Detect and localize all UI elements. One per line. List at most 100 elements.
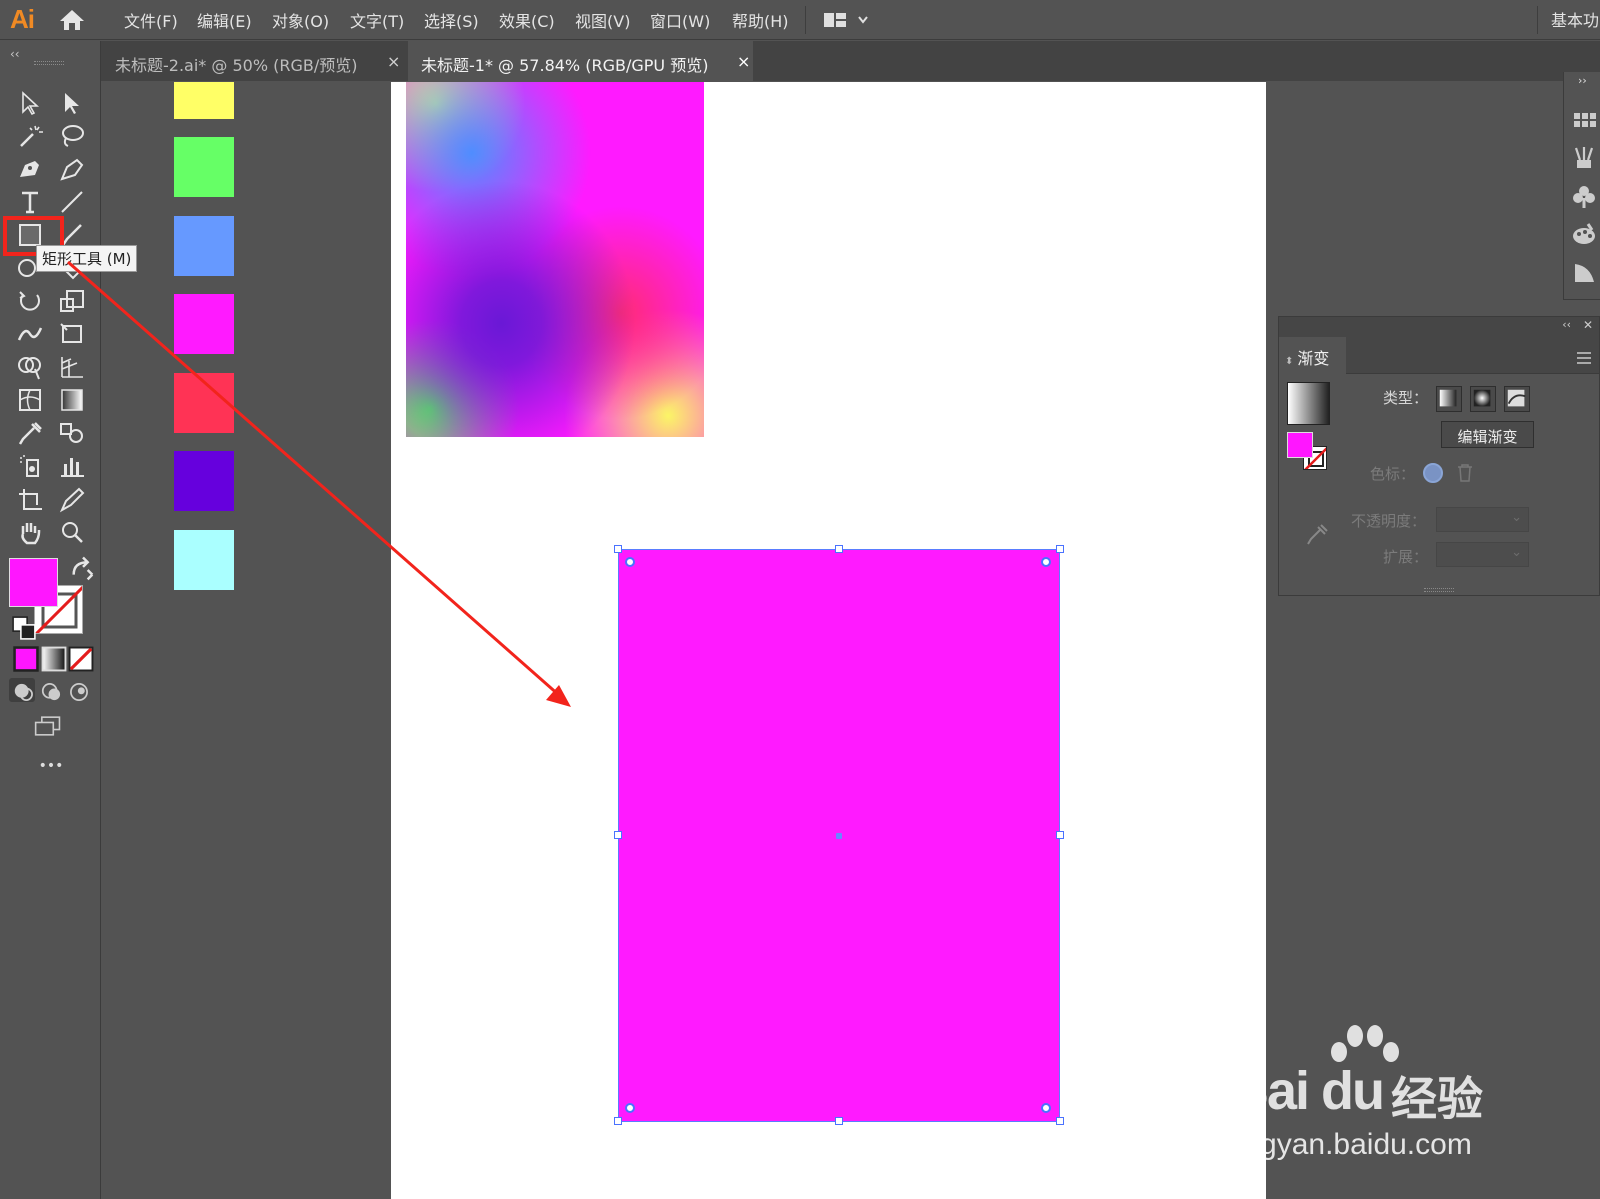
- gradient-preview-swatch[interactable]: [1287, 382, 1330, 425]
- resize-handle[interactable]: [614, 545, 622, 553]
- panel-resize-grip[interactable]: [1424, 588, 1454, 592]
- color-swatch[interactable]: [174, 373, 234, 433]
- menu-effect[interactable]: 效果(C): [499, 8, 555, 32]
- toolbar-grip[interactable]: [34, 61, 64, 65]
- pen-tool-icon[interactable]: [15, 155, 45, 183]
- gradient-tool-icon[interactable]: [57, 386, 87, 414]
- blend-tool-icon[interactable]: [57, 419, 87, 447]
- swap-fill-stroke-icon[interactable]: [68, 556, 94, 581]
- color-swatch[interactable]: [174, 216, 234, 276]
- resize-handle[interactable]: [835, 545, 843, 553]
- collapse-panel-button[interactable]: ‹‹: [1562, 318, 1571, 331]
- corner-radius-widget[interactable]: [1041, 1103, 1051, 1113]
- gradient-mode-icon[interactable]: [39, 645, 67, 672]
- draw-behind-icon[interactable]: [37, 678, 63, 702]
- perspective-grid-tool-icon[interactable]: [57, 353, 87, 381]
- default-fill-stroke-icon[interactable]: [9, 614, 36, 640]
- swatches-panel-icon[interactable]: [1570, 106, 1598, 134]
- color-swatch[interactable]: [174, 294, 234, 354]
- collapse-toolbar-button[interactable]: ‹‹: [10, 47, 20, 61]
- slice-tool-icon[interactable]: [57, 485, 87, 513]
- trash-icon[interactable]: [1456, 463, 1474, 483]
- resize-handle[interactable]: [614, 1117, 622, 1125]
- freeform-gradient-artwork[interactable]: [406, 82, 704, 437]
- gradient-fill-swatch[interactable]: [1287, 432, 1313, 458]
- artboard-tool-icon[interactable]: [15, 485, 45, 513]
- rotate-tool-icon[interactable]: [15, 287, 45, 315]
- magic-wand-tool-icon[interactable]: [15, 122, 45, 150]
- draw-inside-icon[interactable]: [64, 678, 90, 702]
- edit-gradient-button[interactable]: 编辑渐变: [1441, 421, 1534, 448]
- edit-toolbar-button[interactable]: •••: [36, 758, 66, 778]
- lasso-tool-icon[interactable]: [57, 122, 87, 150]
- corner-radius-widget[interactable]: [625, 1103, 635, 1113]
- color-swatch[interactable]: [174, 451, 234, 511]
- symbol-sprayer-tool-icon[interactable]: [15, 452, 45, 480]
- location-dropdown[interactable]: ⌄: [1436, 542, 1529, 567]
- watermark-logo: Bai du: [1230, 1061, 1385, 1121]
- tab-gradient[interactable]: ⬍ 渐变: [1279, 337, 1346, 374]
- menu-object[interactable]: 对象(O): [272, 8, 329, 32]
- chevron-updown-icon: ⬍: [1285, 356, 1294, 367]
- menu-select[interactable]: 选择(S): [424, 8, 479, 32]
- fill-swatch[interactable]: [9, 558, 58, 607]
- tab-close-icon[interactable]: ×: [737, 52, 750, 71]
- direct-selection-tool-icon[interactable]: [57, 89, 87, 117]
- opacity-label: 不透明度：: [1351, 512, 1427, 530]
- resize-handle[interactable]: [1056, 1117, 1064, 1125]
- gradient-tab-label: 渐变: [1297, 349, 1330, 368]
- gradient-eyedropper-icon[interactable]: [1304, 522, 1330, 548]
- mesh-tool-icon[interactable]: [15, 386, 45, 414]
- screen-mode-icon[interactable]: [33, 712, 67, 738]
- tab-document-2[interactable]: 未标题-2.ai* @ 50% (RGB/预览): [115, 41, 405, 81]
- panel-menu-icon[interactable]: [1577, 349, 1591, 364]
- menu-divider: [805, 6, 806, 34]
- shape-builder-tool-icon[interactable]: [15, 353, 45, 381]
- menu-window[interactable]: 窗口(W): [650, 8, 710, 32]
- arrange-documents-button[interactable]: [822, 10, 874, 30]
- menu-type[interactable]: 文字(T): [350, 8, 404, 32]
- tab-close-icon[interactable]: ×: [387, 52, 400, 71]
- color-mode-icon[interactable]: [11, 645, 39, 672]
- width-tool-icon[interactable]: [15, 320, 45, 348]
- line-segment-tool-icon[interactable]: [57, 188, 87, 216]
- free-transform-tool-icon[interactable]: [57, 320, 87, 348]
- resize-handle[interactable]: [1056, 545, 1064, 553]
- close-panel-button[interactable]: ✕: [1583, 318, 1593, 332]
- linear-gradient-icon[interactable]: [1436, 386, 1462, 412]
- selection-tool-icon[interactable]: [15, 89, 45, 117]
- hand-tool-icon[interactable]: [15, 518, 45, 546]
- menu-view[interactable]: 视图(V): [575, 8, 630, 32]
- stroke-panel-icon[interactable]: [1570, 258, 1598, 286]
- color-swatch[interactable]: [174, 82, 234, 119]
- none-mode-icon[interactable]: [66, 645, 94, 672]
- menu-edit[interactable]: 编辑(E): [197, 8, 252, 32]
- menu-help[interactable]: 帮助(H): [732, 8, 789, 32]
- color-swatch[interactable]: [174, 137, 234, 197]
- radial-gradient-icon[interactable]: [1470, 386, 1496, 412]
- zoom-tool-icon[interactable]: [57, 518, 87, 546]
- color-stop-radio[interactable]: [1423, 463, 1443, 483]
- brushes-panel-icon[interactable]: [1570, 144, 1598, 172]
- corner-radius-widget[interactable]: [1041, 557, 1051, 567]
- tab-document-1[interactable]: 未标题-1* @ 57.84% (RGB/GPU 预览): [408, 41, 753, 81]
- resize-handle[interactable]: [835, 1117, 843, 1125]
- menu-file[interactable]: 文件(F): [124, 8, 178, 32]
- resize-handle[interactable]: [1056, 831, 1064, 839]
- draw-normal-icon[interactable]: [9, 678, 35, 702]
- color-swatch[interactable]: [174, 530, 234, 590]
- graphic-styles-panel-icon[interactable]: [1570, 220, 1598, 248]
- corner-radius-widget[interactable]: [625, 557, 635, 567]
- opacity-dropdown[interactable]: ⌄: [1436, 507, 1529, 532]
- scale-tool-icon[interactable]: [57, 287, 87, 315]
- symbols-panel-icon[interactable]: [1570, 182, 1598, 210]
- workspace-switcher[interactable]: 基本功: [1551, 7, 1599, 31]
- expand-panels-button[interactable]: ››: [1578, 74, 1587, 87]
- resize-handle[interactable]: [614, 831, 622, 839]
- eyedropper-tool-icon[interactable]: [15, 419, 45, 447]
- column-graph-tool-icon[interactable]: [57, 452, 87, 480]
- freeform-gradient-icon[interactable]: [1504, 386, 1530, 412]
- home-icon[interactable]: [58, 8, 86, 32]
- curvature-tool-icon[interactable]: [57, 155, 87, 183]
- type-tool-icon[interactable]: [15, 188, 45, 216]
